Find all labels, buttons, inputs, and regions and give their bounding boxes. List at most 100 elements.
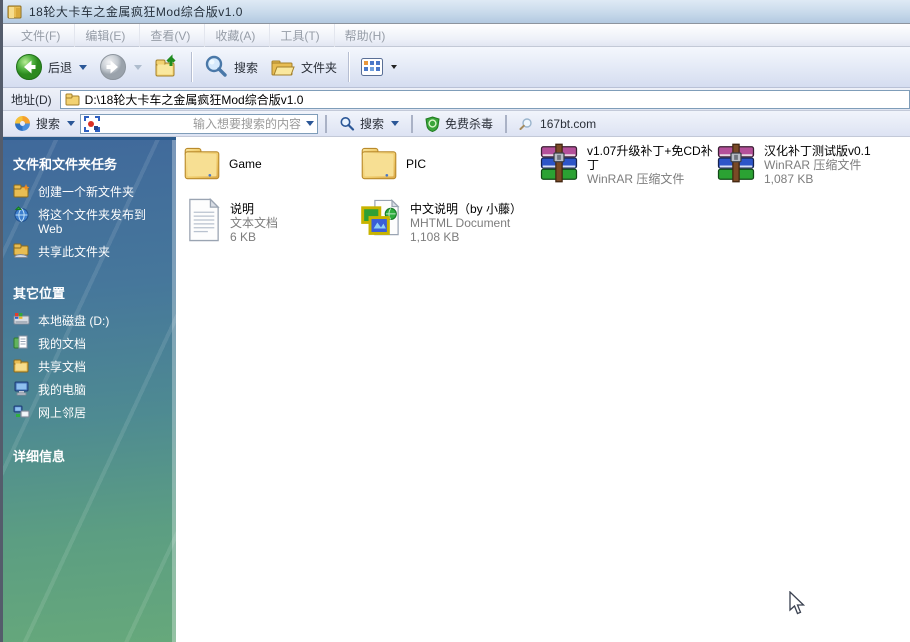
magnifier-icon [339, 116, 355, 132]
place-my-computer[interactable]: 我的电脑 [13, 381, 168, 397]
network-places-icon [13, 404, 30, 419]
toolbar-search-field[interactable] [80, 114, 318, 134]
forward-icon [99, 53, 127, 81]
task-sidebar: 文件和文件夹任务 创建一个新文件夹 将这个文件夹发布到 Web [3, 137, 176, 642]
search-toolbar: 搜索 搜索 免费杀毒 [3, 111, 910, 137]
disk-drive-icon [13, 312, 30, 326]
file-name: 汉化补丁测试版v0.1 [764, 144, 904, 158]
publish-web-icon [13, 206, 30, 223]
task-new-folder[interactable]: 创建一个新文件夹 [13, 183, 168, 199]
task-label: 创建一个新文件夹 [38, 183, 134, 199]
shared-documents-icon [13, 358, 30, 373]
file-size: 1,087 KB [764, 172, 904, 186]
search-input-dropdown-icon[interactable] [306, 121, 314, 126]
antivirus-button[interactable]: 免费杀毒 [420, 113, 498, 134]
site-magnifier-icon [519, 117, 535, 131]
forward-button[interactable] [93, 50, 148, 84]
menu-tools[interactable]: 工具(T) [270, 24, 334, 47]
place-shared-documents[interactable]: 共享文档 [13, 358, 168, 374]
folder-icon [183, 143, 221, 183]
file-tile-shuoming[interactable]: 说明 文本文档 6 KB [186, 198, 278, 244]
folders-button[interactable]: 文件夹 [264, 51, 343, 83]
winrar-archive-icon [716, 143, 756, 183]
place-label: 网上邻居 [38, 404, 86, 420]
standard-toolbar: 后退 搜索 [3, 47, 910, 88]
file-list-area: Game PIC [176, 137, 910, 642]
place-network[interactable]: 网上邻居 [13, 404, 168, 420]
swirl-search-button[interactable]: 搜索 [9, 113, 80, 134]
menu-edit[interactable]: 编辑(E) [75, 24, 140, 47]
task-share-folder[interactable]: 共享此文件夹 [13, 243, 168, 259]
place-label: 共享文档 [38, 358, 86, 374]
antivirus-label: 免费杀毒 [445, 115, 493, 132]
file-name: 中文说明（by 小藤） [410, 202, 570, 216]
searchbar-separator-3 [505, 115, 507, 133]
file-tile-pic[interactable]: PIC [360, 143, 426, 183]
views-dropdown-icon[interactable] [391, 65, 397, 69]
task-label: 将这个文件夹发布到 Web [38, 206, 156, 236]
address-label: 地址(D) [11, 91, 52, 108]
search-input[interactable] [103, 117, 301, 131]
address-input[interactable]: D:\18轮大卡车之金属疯狂Mod综合版v1.0 [60, 90, 910, 109]
details-header: 详细信息 [13, 446, 168, 465]
back-dropdown-icon[interactable] [79, 65, 87, 70]
folder-icon [360, 143, 398, 183]
menu-file[interactable]: 文件(F) [11, 24, 75, 47]
tasks-header: 文件和文件夹任务 [13, 154, 168, 173]
swirl-search-icon [14, 115, 31, 132]
window-title: 18轮大卡车之金属疯狂Mod综合版v1.0 [29, 3, 243, 20]
toolbar-separator-1 [191, 52, 192, 82]
place-local-disk[interactable]: 本地磁盘 (D:) [13, 312, 168, 328]
folders-icon [270, 54, 296, 80]
task-label: 共享此文件夹 [38, 243, 110, 259]
file-size: 1,108 KB [410, 230, 570, 244]
file-tile-rar-v107[interactable]: v1.07升级补丁+免CD补丁 WinRAR 压缩文件 [539, 143, 715, 186]
file-name: PIC [406, 143, 426, 171]
swirl-search-dropdown-icon[interactable] [67, 121, 75, 126]
searchbar-separator-2 [411, 115, 413, 133]
address-path: D:\18轮大卡车之金属疯狂Mod综合版v1.0 [85, 91, 304, 108]
views-grid-icon [360, 55, 384, 79]
folders-label: 文件夹 [301, 59, 337, 76]
menu-help[interactable]: 帮助(H) [335, 24, 400, 47]
window-folder-icon [7, 4, 24, 20]
new-folder-icon [13, 183, 30, 198]
menu-view[interactable]: 查看(V) [140, 24, 205, 47]
up-button[interactable] [148, 51, 186, 83]
folder-up-icon [154, 54, 180, 80]
file-name: v1.07升级补丁+免CD补丁 [587, 144, 715, 172]
place-label: 我的电脑 [38, 381, 86, 397]
place-my-documents[interactable]: 我的文档 [13, 335, 168, 351]
green-shield-icon [425, 116, 440, 132]
address-folder-icon [65, 93, 80, 106]
text-document-icon [186, 198, 222, 242]
share-folder-icon [13, 243, 30, 258]
search-label: 搜索 [234, 59, 258, 76]
file-type: 文本文档 [230, 216, 278, 230]
place-label: 本地磁盘 (D:) [38, 312, 109, 328]
search-button[interactable]: 搜索 [197, 51, 264, 83]
toolbar-search-button[interactable]: 搜索 [334, 113, 404, 134]
site-link[interactable]: 167bt.com [514, 115, 601, 133]
my-computer-icon [13, 381, 30, 396]
back-button[interactable]: 后退 [9, 50, 93, 84]
mhtml-document-icon [360, 198, 402, 242]
task-publish-web[interactable]: 将这个文件夹发布到 Web [13, 206, 168, 236]
file-type: WinRAR 压缩文件 [587, 172, 715, 186]
toolbar-separator-2 [348, 52, 349, 82]
capture-icon[interactable] [84, 116, 100, 132]
file-tile-game[interactable]: Game [183, 143, 262, 183]
forward-dropdown-icon[interactable] [134, 65, 142, 70]
search-icon [203, 54, 229, 80]
toolbar-search-dropdown-icon[interactable] [391, 121, 399, 126]
file-tile-zhongwen-shuoming[interactable]: 中文说明（by 小藤） MHTML Document 1,108 KB [360, 198, 570, 244]
file-name: 说明 [230, 202, 278, 216]
winrar-archive-icon [539, 143, 579, 183]
views-button[interactable] [354, 52, 403, 82]
menu-favorites[interactable]: 收藏(A) [205, 24, 270, 47]
searchbar-separator-1 [325, 115, 327, 133]
title-bar: 18轮大卡车之金属疯狂Mod综合版v1.0 [3, 0, 910, 24]
file-type: MHTML Document [410, 216, 570, 230]
file-tile-rar-hanhua[interactable]: 汉化补丁测试版v0.1 WinRAR 压缩文件 1,087 KB [716, 143, 904, 186]
address-bar: 地址(D) D:\18轮大卡车之金属疯狂Mod综合版v1.0 [3, 88, 910, 111]
